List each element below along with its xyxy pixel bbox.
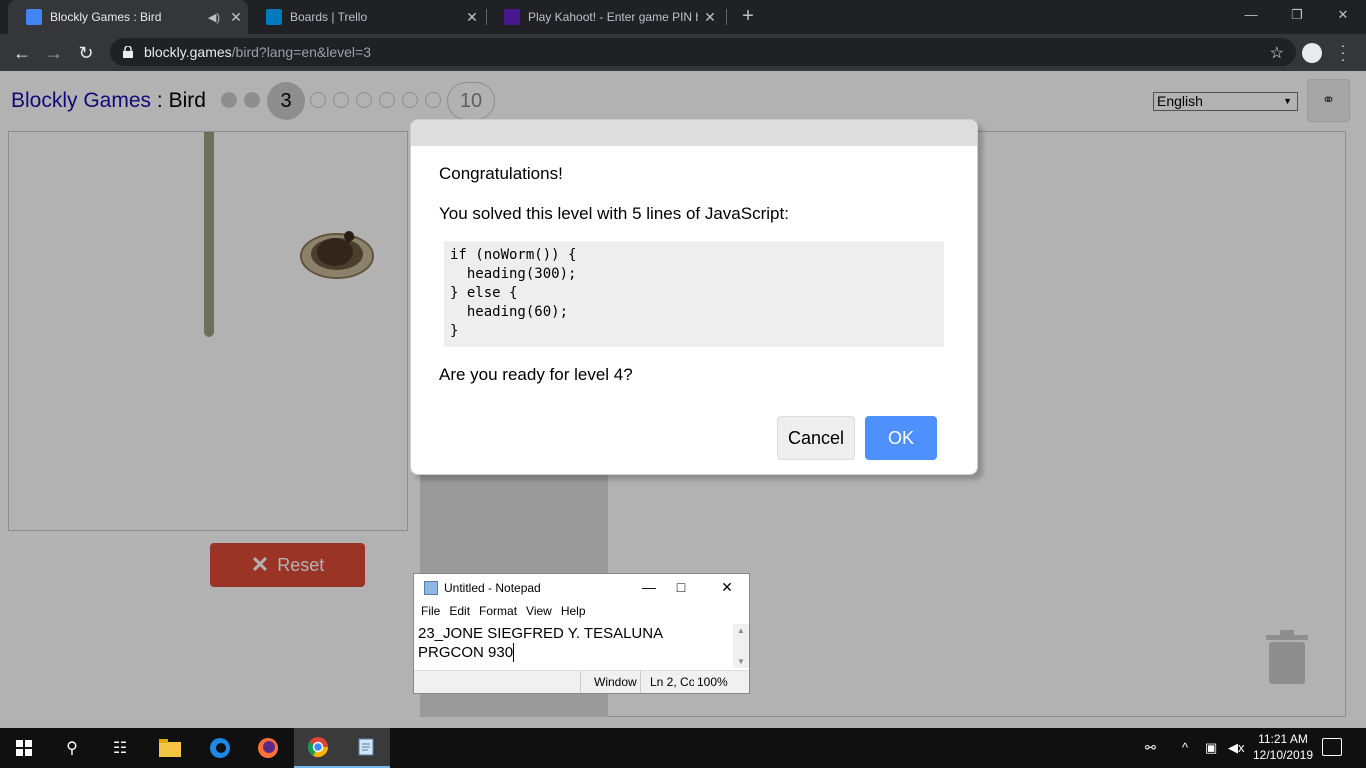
menu-help[interactable]: Help [561,604,586,624]
tab-close-icon[interactable]: ✕ [460,9,484,26]
notepad-minimize-icon[interactable]: — [634,579,664,595]
show-hidden-icons-icon[interactable]: ^ [1182,740,1188,755]
forward-icon[interactable]: → [41,40,67,66]
code-block: if (noWorm()) { heading(300); } else { h… [444,241,944,347]
browser-toolbar: ← → ↻ blockly.games /bird?lang=en&level=… [0,34,1366,71]
clock-date: 12/10/2019 [1252,748,1314,762]
windows-start-icon[interactable] [0,728,48,768]
congratulations-dialog: Congratulations! You solved this level w… [410,119,978,475]
speaker-icon[interactable]: ◀) [208,11,220,24]
tab-title: Boards | Trello [290,10,368,24]
code-line: heading(60); [450,304,569,320]
notepad-status-bar: Window Ln 2, Co 100% [414,670,749,693]
back-icon[interactable]: ← [9,40,35,66]
notepad-title: Untitled - Notepad [444,581,541,595]
menu-view[interactable]: View [526,604,552,624]
url-host: blockly.games [144,44,232,60]
notepad-text-area[interactable]: 23_JONE SIEGFRED Y. TESALUNA PRGCON 930 [417,624,733,668]
browser-tab-strip: Blockly Games : Bird ◀) ✕ Boards | Trell… [0,0,1366,34]
minimize-icon[interactable]: — [1228,4,1274,26]
firefox-icon[interactable] [244,728,292,768]
trello-favicon-icon [266,9,282,25]
new-tab-icon[interactable]: + [737,5,759,27]
chrome-icon[interactable] [294,728,342,768]
dialog-header[interactable] [411,120,977,146]
task-view-icon[interactable]: ☷ [96,728,144,768]
notepad-title-bar[interactable]: Untitled - Notepad [414,574,749,602]
notepad-taskbar-icon[interactable] [342,728,390,768]
action-center-icon[interactable] [1322,738,1342,756]
taskbar-clock[interactable]: 11:21 AM 12/10/2019 [1248,731,1318,763]
file-explorer-icon[interactable] [146,728,194,768]
code-line: } [450,323,459,339]
tab-title: Blockly Games : Bird [50,10,162,24]
reload-icon[interactable]: ↻ [73,40,99,66]
bookmark-star-icon[interactable]: ☆ [1270,43,1284,63]
status-zoom: 100% [697,675,728,689]
scroll-down-icon[interactable]: ▼ [733,657,749,666]
status-divider [640,671,641,693]
window-close-icon[interactable]: ✕ [1320,4,1366,26]
restore-icon[interactable]: ❐ [1274,4,1320,26]
edge-icon[interactable] [196,728,244,768]
blockly-favicon-icon [26,9,42,25]
tab-close-icon[interactable]: ✕ [698,9,722,26]
dialog-question: Are you ready for level 4? [439,365,633,384]
lock-icon [123,46,133,58]
code-line: } else { [450,285,518,301]
url-path: /bird?lang=en&level=3 [231,44,372,60]
cancel-button[interactable]: Cancel [777,416,855,460]
tab-kahoot[interactable]: Play Kahoot! - Enter game PIN he ✕ [486,0,722,34]
code-line: heading(300); [450,266,577,282]
people-icon[interactable]: ⚯ [1145,740,1156,756]
volume-muted-icon[interactable]: ◀x [1228,740,1245,756]
notepad-menu-bar: File Edit Format View Help [414,604,749,624]
ok-button[interactable]: OK [865,416,937,460]
notepad-close-icon[interactable]: ✕ [712,579,742,596]
dialog-title: Congratulations! [439,164,563,183]
tab-trello[interactable]: Boards | Trello ✕ [248,0,484,34]
clock-time: 11:21 AM [1258,732,1308,746]
code-line: if (noWorm()) { [450,247,577,263]
scroll-up-icon[interactable]: ▲ [733,626,749,635]
dialog-solved-text: You solved this level with 5 lines of Ja… [439,204,789,223]
notepad-line-2: PRGCON 930 [418,643,515,662]
profile-avatar-icon[interactable] [1302,43,1322,63]
menu-format[interactable]: Format [479,604,517,624]
tab-title: Play Kahoot! - Enter game PIN he [528,10,698,24]
status-position: Ln 2, Co [650,675,694,689]
notepad-icon [424,581,438,595]
notepad-window: Untitled - Notepad — □ ✕ File Edit Forma… [413,573,750,694]
notepad-maximize-icon[interactable]: □ [666,579,696,595]
search-icon[interactable]: ⚲ [48,728,96,768]
network-icon[interactable]: ▣ [1205,740,1217,756]
notepad-scrollbar[interactable]: ▲ ▼ [733,624,749,668]
menu-kebab-icon[interactable]: · · · [1340,38,1346,66]
address-bar[interactable]: blockly.games /bird?lang=en&level=3 ☆ [110,38,1296,66]
tab-separator [726,9,727,25]
status-eol: Window [594,675,637,689]
status-divider [580,671,581,693]
menu-file[interactable]: File [421,604,440,624]
menu-edit[interactable]: Edit [449,604,470,624]
kahoot-favicon-icon [504,9,520,25]
notepad-line-1: 23_JONE SIEGFRED Y. TESALUNA [418,625,664,642]
tab-close-icon[interactable]: ✕ [224,9,248,26]
windows-taskbar: ⚲ ☷ ⚯ ^ ▣ ◀x 11:21 AM 12/10/2019 [0,728,1366,768]
tab-blockly-bird[interactable]: Blockly Games : Bird ◀) ✕ [8,0,248,34]
